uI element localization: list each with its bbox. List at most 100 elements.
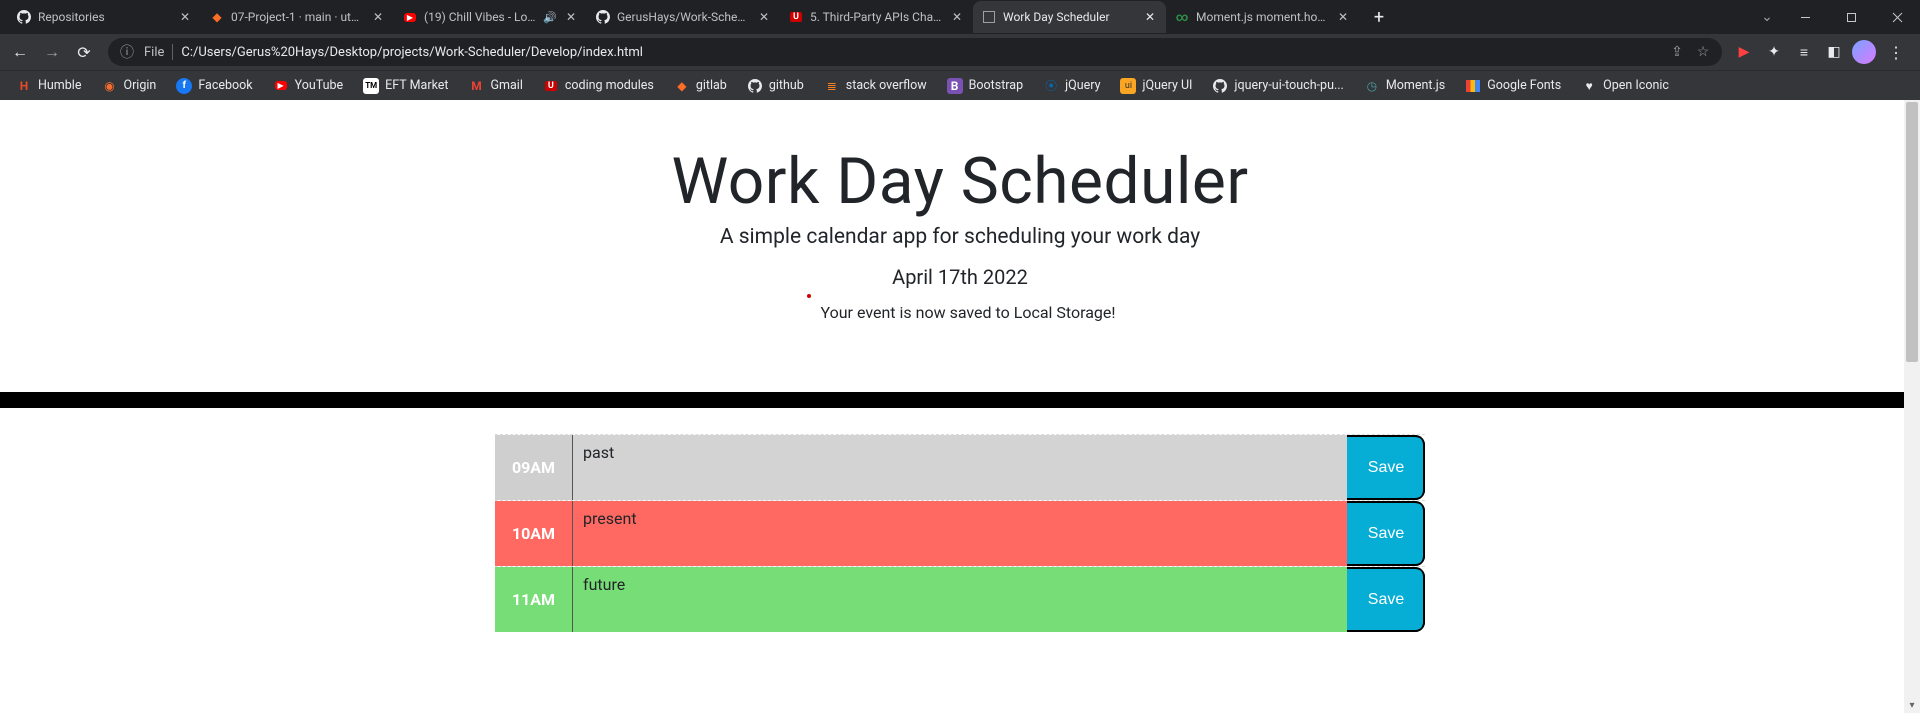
- bookmark-open-iconic[interactable]: ♥ Open Iconic: [1573, 74, 1677, 98]
- bookmark-gitlab[interactable]: ◆ gitlab: [666, 74, 735, 98]
- bookmark-google-fonts[interactable]: Google Fonts: [1457, 74, 1569, 98]
- bookmark-origin[interactable]: ◉Origin: [93, 74, 164, 98]
- close-icon[interactable]: ✕: [1335, 9, 1351, 25]
- close-icon[interactable]: ✕: [949, 9, 965, 25]
- close-icon[interactable]: ✕: [177, 9, 193, 25]
- tab-search-button[interactable]: ⌄: [1752, 1, 1782, 33]
- close-icon[interactable]: ✕: [1142, 9, 1158, 25]
- bookmark-gmail[interactable]: M Gmail: [461, 74, 531, 98]
- bookmarks-bar: HHumble ◉Origin fFacebook ▶ YouTube TMEFT…: [0, 70, 1920, 100]
- time-block-09: 09AM Save: [495, 434, 1425, 500]
- extensions-button[interactable]: ✦: [1762, 40, 1786, 64]
- tab-youtube[interactable]: ▶ (19) Chill Vibes - Lofi hip ho 🔊 ✕: [394, 1, 587, 33]
- bookmark-label: Bootstrap: [969, 78, 1024, 93]
- bookmark-jquery-ui-touch[interactable]: jquery-ui-touch-pu...: [1204, 74, 1351, 98]
- bookmark-humble[interactable]: HHumble: [8, 74, 89, 98]
- reading-list-icon[interactable]: ≡: [1792, 40, 1816, 64]
- tab-gitlab-project[interactable]: ◆ 07-Project-1 · main · utah-codin ✕: [201, 1, 394, 33]
- event-textarea-10[interactable]: [573, 501, 1347, 566]
- github-icon: [1212, 78, 1228, 94]
- bookmark-github[interactable]: github: [739, 74, 812, 98]
- hour-label: 09AM: [495, 435, 573, 500]
- event-textarea-09[interactable]: [573, 435, 1347, 500]
- bookmark-label: github: [769, 78, 804, 93]
- jqueryui-icon: ui: [1120, 78, 1136, 94]
- close-icon[interactable]: ✕: [756, 9, 772, 25]
- bookmark-label: Origin: [123, 78, 156, 93]
- close-icon[interactable]: ✕: [563, 9, 579, 25]
- bookmark-facebook[interactable]: fFacebook: [168, 74, 260, 98]
- tab-challenge[interactable]: U 5. Third-Party APIs Challenge: W ✕: [780, 1, 973, 33]
- bookmark-eft-market[interactable]: TMEFT Market: [355, 74, 456, 98]
- back-button[interactable]: ←: [6, 38, 34, 66]
- openiconic-icon: ♥: [1581, 78, 1597, 94]
- extension-icon[interactable]: ▶: [1732, 40, 1756, 64]
- minimize-button[interactable]: [1782, 1, 1828, 33]
- jquery-icon: ⦿: [1043, 78, 1059, 94]
- bookmark-label: gitlab: [696, 78, 727, 93]
- github-icon: [747, 78, 763, 94]
- tab-title: Moment.js moment.hour() Meth: [1196, 10, 1329, 24]
- profile-avatar[interactable]: [1852, 40, 1876, 64]
- bookmark-label: jQuery UI: [1142, 78, 1192, 93]
- event-textarea-11[interactable]: [573, 567, 1347, 632]
- bookmark-coding-modules[interactable]: Ucoding modules: [535, 74, 662, 98]
- stack-icon: ≣: [824, 78, 840, 94]
- tab-work-day-scheduler[interactable]: Work Day Scheduler ✕: [973, 1, 1166, 33]
- tab-title: 5. Third-Party APIs Challenge: W: [810, 10, 943, 24]
- url-text: C:/Users/Gerus%20Hays/Desktop/projects/W…: [181, 45, 1660, 60]
- tab-momentjs[interactable]: ∞ Moment.js moment.hour() Meth ✕: [1166, 1, 1359, 33]
- gitlab-icon: ◆: [674, 78, 690, 94]
- bookmark-jquery-ui[interactable]: ui jQuery UI: [1112, 74, 1200, 98]
- bookmark-label: Open Iconic: [1603, 78, 1669, 93]
- save-button-11[interactable]: Save: [1347, 567, 1425, 632]
- bookmark-label: Gmail: [491, 78, 523, 93]
- page-viewport: Work Day Scheduler A simple calendar app…: [0, 100, 1920, 713]
- current-day: April 17th 2022: [0, 265, 1920, 289]
- bookmark-label: Moment.js: [1386, 78, 1445, 93]
- github-icon: [16, 9, 32, 25]
- youtube-icon: ▶: [273, 78, 289, 94]
- bookmark-label: jQuery: [1065, 78, 1100, 93]
- new-tab-button[interactable]: +: [1365, 3, 1393, 31]
- save-message-text: Your event is now saved to Local Storage…: [821, 303, 1116, 322]
- scroll-thumb[interactable]: [1906, 102, 1918, 362]
- gfonts-icon: [1465, 78, 1481, 94]
- blank-icon: [981, 9, 997, 25]
- bookmark-youtube[interactable]: ▶ YouTube: [265, 74, 352, 98]
- close-icon[interactable]: ✕: [370, 9, 386, 25]
- tab-repositories[interactable]: Repositories ✕: [8, 1, 201, 33]
- gmail-icon: M: [469, 78, 485, 94]
- tab-title: 07-Project-1 · main · utah-codin: [231, 10, 364, 24]
- save-button-09[interactable]: Save: [1347, 435, 1425, 500]
- bookmark-label: Google Fonts: [1487, 78, 1561, 93]
- bootstrap-icon: B: [947, 78, 963, 94]
- u-red-icon: U: [543, 78, 559, 94]
- reload-button[interactable]: ⟳: [70, 38, 98, 66]
- chrome-menu-button[interactable]: ⋮: [1882, 38, 1910, 66]
- address-bar[interactable]: ⓘ File C:/Users/Gerus%20Hays/Desktop/pro…: [108, 38, 1722, 66]
- save-button-10[interactable]: Save: [1347, 501, 1425, 566]
- tm-icon: TM: [363, 78, 379, 94]
- tab-title: Repositories: [38, 10, 171, 24]
- bookmark-label: YouTube: [295, 78, 344, 93]
- maximize-button[interactable]: [1828, 1, 1874, 33]
- gfg-icon: ∞: [1174, 9, 1190, 25]
- divider: [172, 44, 173, 60]
- bookmark-bootstrap[interactable]: B Bootstrap: [939, 74, 1032, 98]
- side-panel-icon[interactable]: ◧: [1822, 40, 1846, 64]
- close-window-button[interactable]: [1874, 1, 1920, 33]
- bookmark-jquery[interactable]: ⦿ jQuery: [1035, 74, 1108, 98]
- bookmark-stack-overflow[interactable]: ≣stack overflow: [816, 74, 935, 98]
- share-icon[interactable]: ⇪: [1668, 43, 1686, 61]
- tab-github-repo[interactable]: GerusHays/Work-Scheduler ✕: [587, 1, 780, 33]
- scroll-down-button[interactable]: ▾: [1904, 697, 1920, 713]
- tab-title: (19) Chill Vibes - Lofi hip ho: [424, 10, 537, 24]
- audio-icon[interactable]: 🔊: [543, 10, 557, 24]
- info-icon[interactable]: ⓘ: [118, 43, 136, 61]
- forward-button[interactable]: →: [38, 38, 66, 66]
- time-block-11: 11AM Save: [495, 566, 1425, 632]
- vertical-scrollbar[interactable]: ▴ ▾: [1904, 100, 1920, 713]
- star-icon[interactable]: ☆: [1694, 43, 1712, 61]
- bookmark-momentjs[interactable]: ◷Moment.js: [1356, 74, 1453, 98]
